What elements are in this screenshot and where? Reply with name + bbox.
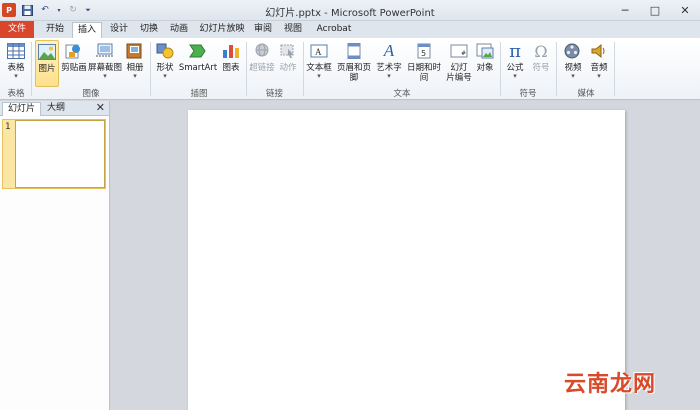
shapes-button[interactable]: 形状 ▾ [154, 40, 176, 84]
photo-album-icon [125, 41, 145, 61]
tab-view[interactable]: 视图 [280, 22, 306, 38]
chevron-down-icon: ▾ [571, 72, 575, 80]
chevron-down-icon: ▾ [103, 72, 107, 80]
table-icon [6, 41, 26, 61]
table-button[interactable]: 表格 ▾ [4, 40, 28, 84]
omega-icon: Ω [534, 41, 548, 61]
group-label-tables: 表格 [7, 89, 25, 99]
header-footer-icon [344, 41, 364, 61]
chevron-down-icon: ▾ [317, 72, 321, 80]
tab-slides[interactable]: 幻灯片 [2, 102, 42, 116]
picture-icon [37, 42, 57, 62]
chevron-down-icon: ▾ [387, 72, 391, 80]
audio-button[interactable]: 音频 ▾ [587, 40, 611, 84]
group-label-media: 媒体 [577, 89, 595, 99]
calendar-icon: 5 [414, 41, 434, 61]
group-separator [246, 42, 247, 96]
slide-canvas[interactable] [188, 110, 625, 410]
object-button[interactable]: 对象 [473, 40, 497, 84]
group-separator [500, 42, 501, 96]
tab-acrobat[interactable]: Acrobat [312, 22, 356, 38]
chevron-down-icon: ▾ [133, 72, 137, 80]
group-separator [614, 42, 615, 96]
tab-outline[interactable]: 大纲 [42, 102, 70, 116]
tab-animations[interactable]: 动画 [164, 22, 194, 38]
smartart-icon [188, 41, 208, 61]
symbol-button[interactable]: Ω 符号 [529, 40, 553, 84]
textbox-button[interactable]: A 文本框 ▾ [306, 40, 332, 84]
maximize-button[interactable]: □ [640, 0, 670, 20]
slide-editor [111, 101, 700, 410]
shapes-icon [155, 41, 175, 61]
slide-number-button[interactable]: # 幻灯 片编号 [446, 40, 472, 84]
chevron-down-icon: ▾ [14, 72, 18, 80]
group-separator [150, 42, 151, 96]
smartart-button[interactable]: SmartArt [178, 40, 218, 84]
close-panel-icon[interactable]: ✕ [96, 101, 105, 114]
group-separator [31, 42, 32, 96]
slide-number-icon: # [449, 41, 469, 61]
photo-album-button[interactable]: 相册 ▾ [123, 40, 147, 84]
slide-number-label: 1 [5, 122, 11, 132]
video-button[interactable]: 视频 ▾ [561, 40, 585, 84]
chevron-down-icon: ▾ [597, 72, 601, 80]
ribbon: 表格 ▾ 表格 图片 剪贴画 屏幕截图 ▾ 相册 ▾ 图像 形状 ▾ Smart… [0, 38, 700, 100]
ribbon-tabs: 文件 开始 插入 设计 切换 动画 幻灯片放映 审阅 视图 Acrobat ▵ … [0, 21, 700, 54]
wordart-icon: A [383, 41, 395, 60]
svg-text:A: A [315, 47, 322, 57]
group-label-text: 文本 [393, 89, 411, 99]
tab-file[interactable]: 文件 [0, 21, 34, 38]
watermark-logo: 云南龙网 [564, 372, 657, 397]
group-separator [303, 42, 304, 96]
svg-text:5: 5 [421, 49, 426, 58]
picture-button[interactable]: 图片 [35, 40, 59, 87]
group-label-illustrations: 插图 [190, 89, 208, 99]
hyperlink-icon [252, 41, 272, 61]
tab-home[interactable]: 开始 [40, 22, 70, 38]
group-label-links: 链接 [265, 89, 283, 99]
minimize-button[interactable]: ─ [610, 0, 640, 20]
film-reel-icon [563, 41, 583, 61]
tab-transitions[interactable]: 切换 [134, 22, 164, 38]
action-button[interactable]: 动作 [276, 40, 300, 84]
speaker-icon [589, 41, 609, 61]
tab-review[interactable]: 审阅 [250, 22, 276, 38]
header-footer-button[interactable]: 页眉和页脚 [333, 40, 375, 84]
pi-icon: π [509, 40, 521, 62]
slides-panel-tabs: 幻灯片 大纲 ✕ [0, 101, 109, 116]
wordart-button[interactable]: A 艺术字 ▾ [376, 40, 402, 84]
svg-text:#: # [461, 50, 466, 57]
chevron-down-icon: ▾ [163, 72, 167, 80]
title-bar: P ↶ ▾ ↻ ⏷ 幻灯片.pptx - Microsoft PowerPoin… [0, 0, 700, 21]
tab-design[interactable]: 设计 [104, 22, 134, 38]
textbox-icon: A [309, 41, 329, 61]
tab-slideshow[interactable]: 幻灯片放映 [198, 22, 246, 38]
action-icon [278, 41, 298, 61]
chart-button[interactable]: 图表 [219, 40, 243, 84]
group-separator [556, 42, 557, 96]
date-time-button[interactable]: 5 日期和时间 [403, 40, 445, 84]
group-label-images: 图像 [82, 89, 100, 99]
close-window-button[interactable]: ✕ [670, 0, 700, 20]
screenshot-button[interactable]: 屏幕截图 ▾ [88, 40, 122, 84]
equation-button[interactable]: π 公式 ▾ [503, 40, 527, 84]
screenshot-icon [95, 41, 115, 61]
window-title: 幻灯片.pptx - Microsoft PowerPoint [265, 8, 435, 19]
clipart-button[interactable]: 剪贴画 [60, 40, 88, 84]
group-label-symbols: 符号 [519, 89, 537, 99]
chart-icon [221, 41, 241, 61]
hyperlink-button[interactable]: 超链接 [249, 40, 275, 84]
slide-thumbnail[interactable] [15, 120, 105, 188]
chevron-down-icon: ▾ [513, 72, 517, 80]
object-icon [475, 41, 495, 61]
clipart-icon [64, 41, 84, 61]
tab-insert[interactable]: 插入 [72, 22, 102, 38]
